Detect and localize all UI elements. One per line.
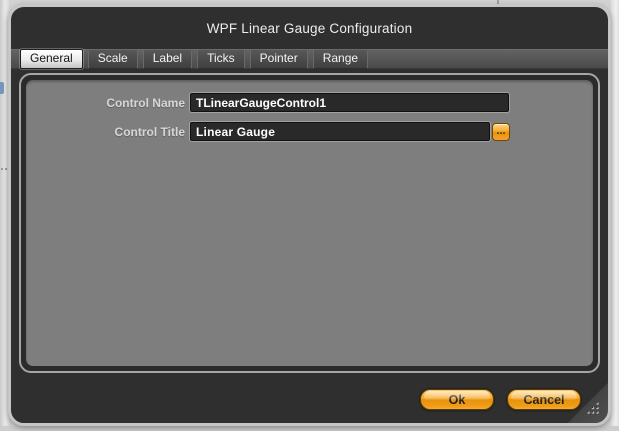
background-app-bottom-edge: [0, 426, 619, 431]
background-app-right-edge: [611, 0, 619, 431]
tab-general[interactable]: General: [20, 49, 83, 69]
tab-pointer[interactable]: Pointer: [250, 49, 308, 69]
control-title-row: Control Title ...: [26, 122, 593, 141]
general-tab-panel: Control Name Control Title ...: [26, 80, 593, 366]
control-name-label: Control Name: [26, 96, 185, 110]
dialog-title: WPF Linear Gauge Configuration: [207, 21, 413, 36]
resize-grip-icon[interactable]: [585, 400, 600, 415]
dialog-titlebar[interactable]: WPF Linear Gauge Configuration: [11, 7, 608, 49]
tab-label[interactable]: Label: [143, 49, 192, 69]
ok-button[interactable]: Ok: [420, 389, 494, 410]
background-app-dotted-line: [1, 168, 7, 170]
cancel-button[interactable]: Cancel: [507, 389, 581, 410]
gauge-configuration-dialog: WPF Linear Gauge Configuration General S…: [8, 4, 611, 426]
control-title-label: Control Title: [26, 125, 185, 139]
ellipsis-icon[interactable]: ...: [492, 123, 510, 141]
tab-strip: General Scale Label Ticks Pointer Range: [11, 49, 608, 69]
general-tab-groupbox: Control Name Control Title ...: [19, 73, 600, 373]
control-name-row: Control Name: [26, 93, 593, 112]
background-app-blue-marker: [0, 82, 4, 94]
control-name-input[interactable]: [190, 93, 509, 112]
dialog-footer: Ok Cancel: [420, 389, 581, 410]
control-title-input[interactable]: [190, 122, 490, 141]
tab-range[interactable]: Range: [313, 49, 368, 69]
tab-scale[interactable]: Scale: [88, 49, 138, 69]
tab-ticks[interactable]: Ticks: [197, 49, 245, 69]
